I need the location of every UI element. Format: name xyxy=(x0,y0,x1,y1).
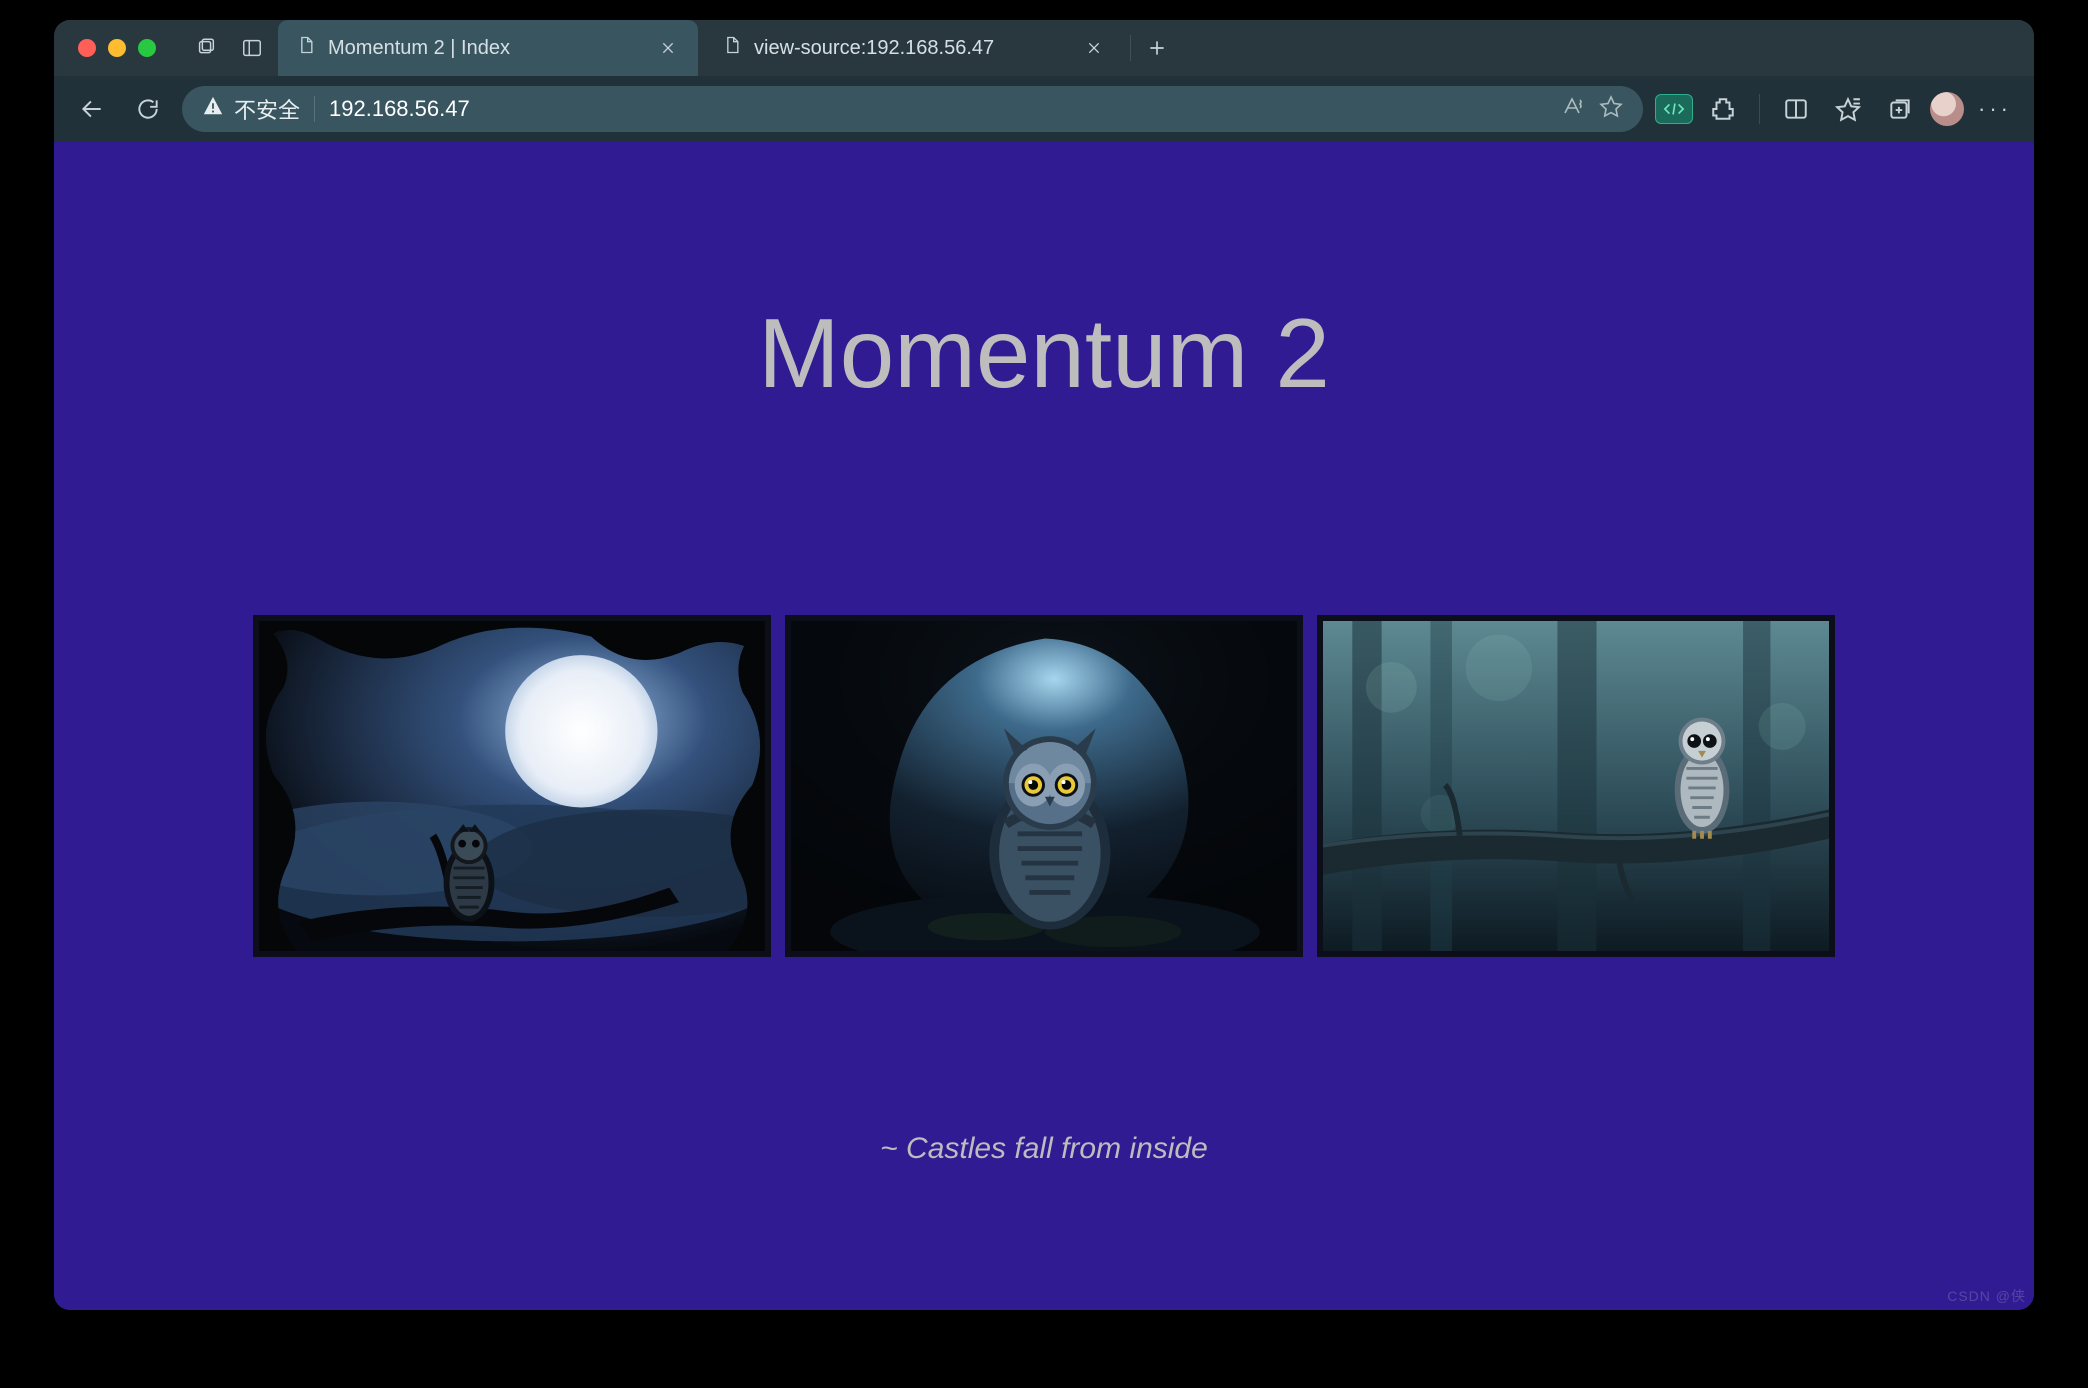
window-minimize-button[interactable] xyxy=(108,39,126,57)
favorite-button[interactable] xyxy=(1599,94,1623,124)
page-title: Momentum 2 xyxy=(758,297,1330,410)
tab-divider xyxy=(1130,35,1131,61)
profile-avatar-button[interactable] xyxy=(1930,92,1964,126)
new-tab-button[interactable] xyxy=(1137,28,1177,68)
tagline: ~ Castles fall from inside xyxy=(880,1132,1208,1166)
reader-mode-button[interactable] xyxy=(1561,94,1585,124)
tab-viewsource[interactable]: view-source:192.168.56.47 xyxy=(704,20,1124,76)
warning-icon xyxy=(202,95,224,123)
more-menu-button[interactable]: ··· xyxy=(1972,96,2018,122)
tab-close-button[interactable] xyxy=(656,36,680,60)
back-button[interactable] xyxy=(70,87,114,131)
sidebar-toggle-button[interactable] xyxy=(232,28,272,68)
watermark: CSDN @侠 xyxy=(1947,1286,2026,1306)
toolbar-right: ··· xyxy=(1655,87,2018,131)
gallery-image-owl-branch xyxy=(1317,615,1835,957)
reload-button[interactable] xyxy=(126,87,170,131)
devtools-button[interactable] xyxy=(1655,94,1693,124)
browser-window: Momentum 2 | Index view-source:192.168.5… xyxy=(54,20,2034,1310)
tab-momentum[interactable]: Momentum 2 | Index xyxy=(278,20,698,76)
file-icon xyxy=(722,35,742,61)
split-screen-button[interactable] xyxy=(1774,87,1818,131)
security-label: 不安全 xyxy=(234,93,300,125)
collections-button[interactable] xyxy=(1878,87,1922,131)
address-separator xyxy=(314,96,315,122)
gallery-image-owl-moon xyxy=(253,615,771,957)
address-bar[interactable]: 不安全 192.168.56.47 xyxy=(182,86,1643,132)
extensions-button[interactable] xyxy=(1701,87,1745,131)
tab-title: view-source:192.168.56.47 xyxy=(754,37,994,60)
window-maximize-button[interactable] xyxy=(138,39,156,57)
toolbar-divider xyxy=(1759,94,1760,124)
image-gallery xyxy=(253,615,1835,957)
security-badge[interactable]: 不安全 xyxy=(202,93,300,125)
page-content: Momentum 2 xyxy=(54,142,2034,1166)
tab-overview-button[interactable] xyxy=(186,28,226,68)
favorites-list-button[interactable] xyxy=(1826,87,1870,131)
tab-title: Momentum 2 | Index xyxy=(328,37,510,60)
gallery-image-owl-cave xyxy=(785,615,1303,957)
window-close-button[interactable] xyxy=(78,39,96,57)
tab-strip: Momentum 2 | Index view-source:192.168.5… xyxy=(54,20,2034,76)
tab-close-button[interactable] xyxy=(1082,36,1106,60)
page-viewport: Momentum 2 xyxy=(54,142,2034,1310)
toolbar: 不安全 192.168.56.47 xyxy=(54,76,2034,142)
window-controls xyxy=(78,39,156,57)
url-text: 192.168.56.47 xyxy=(329,96,1547,122)
file-icon xyxy=(296,35,316,61)
